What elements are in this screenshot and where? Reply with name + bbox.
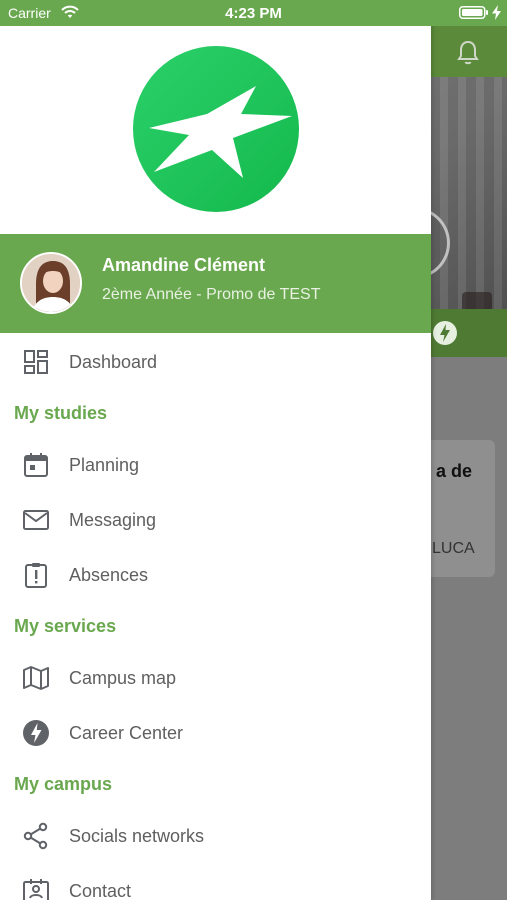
menu-label-planning: Planning [69,455,140,475]
status-bar: Carrier 4:23 PM [0,0,507,26]
menu-item-contact[interactable]: Contact [0,865,431,900]
menu-label-messaging: Messaging [69,510,157,530]
section-title-my-campus: My campus [14,774,113,794]
menu-label-campus-map: Campus map [69,668,177,688]
mail-icon [23,510,49,530]
menu-item-messaging[interactable]: Messaging [0,494,431,546]
share-icon [23,822,48,850]
menu-label-dashboard: Dashboard [69,352,158,372]
menu-item-socials-networks[interactable]: Socials networks [0,810,431,862]
career-bolt-icon [433,321,457,345]
menu-item-absences[interactable]: Absences [0,549,431,601]
battery-icon [459,6,488,19]
profile-subtitle: 2ème Année - Promo de TEST [102,286,321,303]
section-title-my-services: My services [14,616,117,636]
avatar-portrait [22,254,80,312]
career-bolt-icon [23,720,49,746]
profile-name: Amandine Clément [102,255,266,275]
profile-header[interactable]: Amandine Clément 2ème Année - Promo de T… [0,234,431,333]
contact-card-icon [23,879,49,900]
background-card-subtitle: LUCA [432,540,475,557]
map-icon [23,666,49,690]
navigation-drawer: Amandine Clément 2ème Année - Promo de T… [0,0,431,900]
dashboard-icon [24,350,48,374]
background-card-title: a de [436,461,473,481]
charging-bolt-icon [492,5,501,20]
menu-item-dashboard[interactable]: Dashboard [0,336,431,388]
clock-time: 4:23 PM [225,5,282,22]
notification-bell-icon[interactable] [456,40,480,66]
menu-item-campus-map[interactable]: Campus map [0,652,431,704]
alert-clipboard-icon [25,563,47,588]
menu-item-career-center[interactable]: Career Center [0,707,431,759]
menu-label-career-center: Career Center [69,723,184,743]
menu-item-planning[interactable]: Planning [0,439,431,491]
app-logo [133,46,299,212]
menu-label-contact: Contact [69,881,132,900]
menu-label-socials-networks: Socials networks [69,826,205,846]
menu-label-absences: Absences [69,565,149,585]
avatar[interactable] [20,252,82,314]
section-title-my-studies: My studies [14,403,108,423]
calendar-icon [24,453,48,477]
